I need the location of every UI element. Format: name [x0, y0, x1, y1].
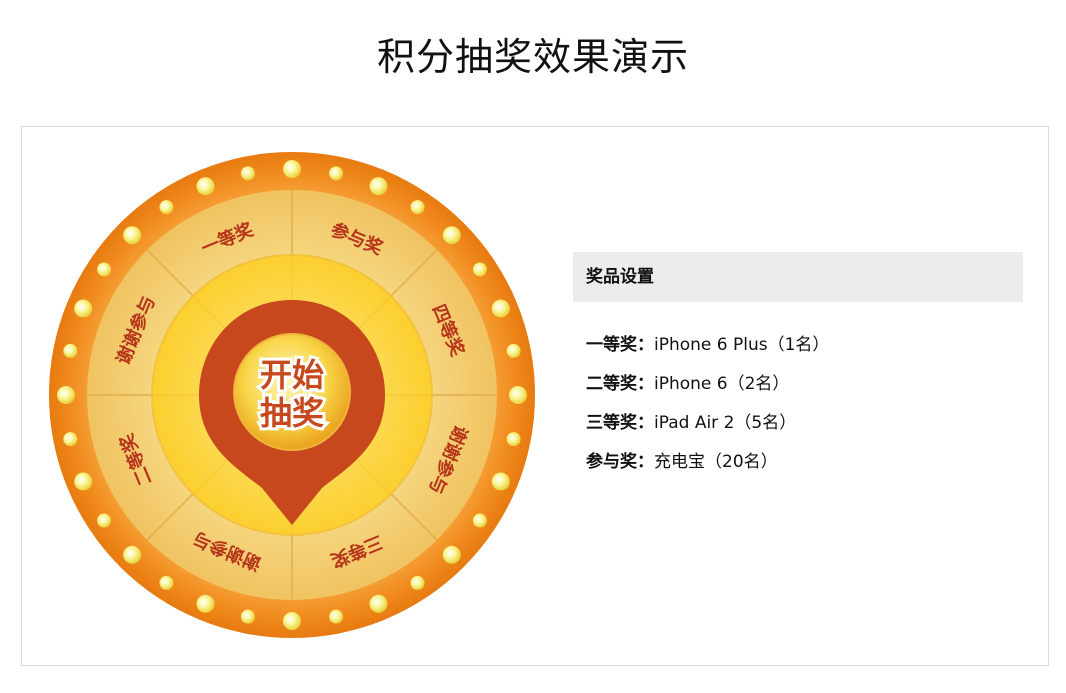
- light-bulb-icon: [442, 226, 461, 245]
- prize-item: 三等奖：iPad Air 2（5名）: [586, 404, 1023, 443]
- prize-level: 三等奖: [586, 413, 637, 433]
- lottery-wheel: 参与奖 四等奖 谢谢参与 三等奖 谢谢参与 二等奖 谢谢参与 一等奖 开始 抽奖: [47, 150, 537, 640]
- light-bulb-icon: [329, 609, 344, 624]
- light-bulb-icon: [283, 160, 301, 178]
- prize-name: iPhone 6（2名）: [654, 374, 790, 394]
- prize-level: 参与奖: [586, 452, 637, 472]
- prize-item: 二等奖：iPhone 6（2名）: [586, 365, 1023, 404]
- prize-level: 一等奖: [586, 335, 637, 355]
- light-bulb-icon: [491, 472, 510, 491]
- light-bulb-icon: [410, 575, 425, 590]
- light-bulb-icon: [159, 575, 174, 590]
- light-bulb-icon: [491, 299, 510, 318]
- light-bulb-icon: [240, 609, 255, 624]
- light-bulb-icon: [123, 226, 142, 245]
- light-bulb-icon: [63, 343, 78, 358]
- prize-item: 参与奖：充电宝（20名）: [586, 443, 1023, 482]
- prize-name: 充电宝（20名）: [654, 452, 778, 472]
- light-bulb-icon: [63, 432, 78, 447]
- light-bulb-icon: [506, 343, 521, 358]
- light-bulb-icon: [240, 166, 255, 181]
- start-button-line2[interactable]: 抽奖: [257, 391, 327, 435]
- light-bulb-icon: [123, 545, 142, 564]
- light-bulb-icon: [472, 262, 487, 277]
- light-bulb-icon: [329, 166, 344, 181]
- prize-list: 一等奖：iPhone 6 Plus（1名） 二等奖：iPhone 6（2名） 三等奖…: [573, 302, 1023, 482]
- wheel-graphic: 参与奖四等奖谢谢参与三等奖谢谢参与二等奖谢谢参与一等奖 开始 抽奖: [49, 152, 535, 638]
- prize-settings-header: 奖品设置: [573, 252, 1023, 302]
- light-bulb-icon: [97, 513, 112, 528]
- prize-separator: ：: [637, 413, 654, 433]
- light-bulb-icon: [283, 612, 301, 630]
- light-bulb-icon: [74, 472, 93, 491]
- light-bulb-icon: [196, 177, 215, 196]
- light-bulb-icon: [196, 594, 215, 613]
- prize-name: iPad Air 2（5名）: [654, 413, 797, 433]
- prize-separator: ：: [637, 452, 654, 472]
- light-bulb-icon: [369, 594, 388, 613]
- light-bulb-icon: [472, 513, 487, 528]
- prize-level: 二等奖: [586, 374, 637, 394]
- light-bulb-icon: [57, 386, 75, 404]
- prize-separator: ：: [637, 374, 654, 394]
- light-bulb-icon: [74, 299, 93, 318]
- light-bulb-icon: [509, 386, 527, 404]
- prize-settings: 奖品设置 一等奖：iPhone 6 Plus（1名） 二等奖：iPhone 6（2…: [573, 252, 1023, 482]
- prize-separator: ：: [637, 335, 654, 355]
- light-bulb-icon: [97, 262, 112, 277]
- prize-item: 一等奖：iPhone 6 Plus（1名）: [586, 326, 1023, 365]
- light-bulb-icon: [369, 177, 388, 196]
- page-title: 积分抽奖效果演示: [376, 35, 689, 79]
- light-bulb-icon: [410, 200, 425, 215]
- light-bulb-icon: [506, 432, 521, 447]
- light-bulb-icon: [159, 200, 174, 215]
- start-button-line1[interactable]: 开始: [257, 353, 327, 397]
- prize-name: iPhone 6 Plus（1名）: [654, 335, 830, 355]
- light-bulb-icon: [442, 545, 461, 564]
